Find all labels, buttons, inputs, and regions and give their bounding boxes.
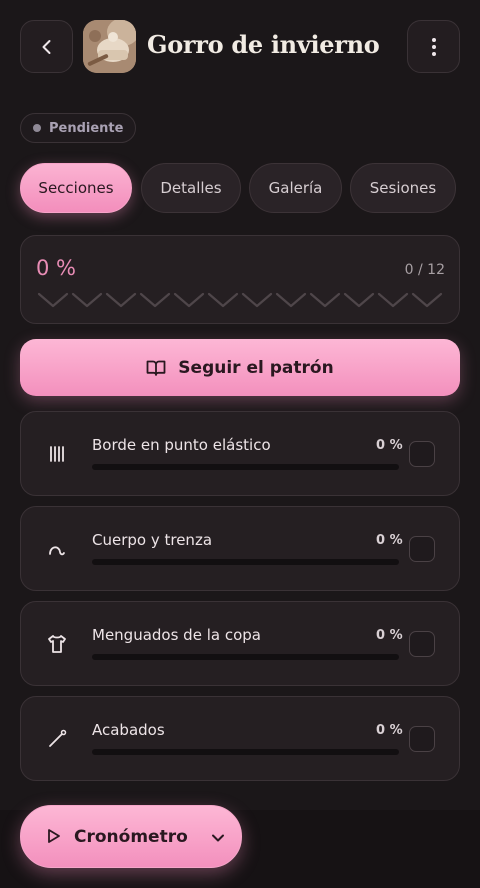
status-badge: Pendiente: [20, 113, 137, 143]
section-name: Acabados: [92, 721, 165, 739]
section-percent: 0 %: [376, 628, 403, 643]
status-label: Pendiente: [49, 120, 124, 136]
progress-chevron: [207, 292, 239, 308]
back-button[interactable]: [20, 20, 73, 73]
section-card[interactable]: Cuerpo y trenza 0 %: [20, 506, 460, 591]
tab-galeria[interactable]: Galería: [249, 163, 342, 213]
section-name: Menguados de la copa: [92, 626, 261, 644]
project-thumbnail: [83, 20, 136, 73]
ribbing-icon: [50, 446, 64, 462]
timer-button[interactable]: Cronómetro: [20, 805, 242, 868]
section-progress-bar: [92, 464, 399, 470]
section-checkbox[interactable]: [409, 536, 435, 562]
overall-progress-card: 0 % 0 / 12: [20, 235, 460, 324]
section-checkbox[interactable]: [409, 726, 435, 752]
follow-pattern-button[interactable]: Seguir el patrón: [20, 339, 460, 396]
progress-chevron: [411, 292, 443, 308]
status-dot: [33, 124, 41, 132]
needle-icon: [49, 729, 67, 747]
section-checkbox[interactable]: [409, 441, 435, 467]
progress-count: 0 / 12: [404, 262, 445, 278]
progress-chevron: [377, 292, 409, 308]
section-progress-bar: [92, 654, 399, 660]
section-name: Cuerpo y trenza: [92, 531, 213, 549]
tab-detalles[interactable]: Detalles: [141, 163, 241, 213]
timer-label: Cronómetro: [74, 827, 188, 847]
progress-percent: 0 %: [36, 256, 76, 280]
progress-chevron: [343, 292, 375, 308]
section-card[interactable]: Menguados de la copa 0 %: [20, 601, 460, 686]
header: Gorro de invierno: [20, 20, 460, 73]
progress-chevron: [173, 292, 205, 308]
section-card[interactable]: Borde en punto elástico 0 %: [20, 411, 460, 496]
section-percent: 0 %: [376, 438, 403, 453]
progress-chevrons: [37, 292, 443, 308]
section-progress-bar: [92, 559, 399, 565]
curve-icon: [49, 546, 65, 556]
section-progress-bar: [92, 749, 399, 755]
section-name: Borde en punto elástico: [92, 436, 271, 454]
progress-chevron: [241, 292, 273, 308]
follow-pattern-label: Seguir el patrón: [178, 357, 334, 378]
more-vertical-icon: [431, 37, 436, 56]
progress-chevron: [105, 292, 137, 308]
section-percent: 0 %: [376, 723, 403, 738]
chevron-left-icon: [42, 39, 50, 54]
progress-chevron: [309, 292, 341, 308]
tab-sesiones[interactable]: Sesiones: [350, 163, 456, 213]
shirt-icon: [48, 635, 66, 653]
progress-chevron: [71, 292, 103, 308]
play-icon: [48, 829, 60, 843]
page-title: Gorro de invierno: [147, 30, 380, 59]
tab-bar: Secciones Detalles Galería Sesiones: [20, 163, 460, 213]
tab-secciones[interactable]: Secciones: [20, 163, 132, 213]
section-percent: 0 %: [376, 533, 403, 548]
more-options-button[interactable]: [407, 20, 460, 73]
section-checkbox[interactable]: [409, 631, 435, 657]
progress-chevron: [139, 292, 171, 308]
progress-chevron: [275, 292, 307, 308]
book-open-icon: [146, 360, 166, 376]
progress-chevron: [37, 292, 69, 308]
section-card[interactable]: Acabados 0 %: [20, 696, 460, 781]
chevron-down-icon: [212, 834, 224, 842]
